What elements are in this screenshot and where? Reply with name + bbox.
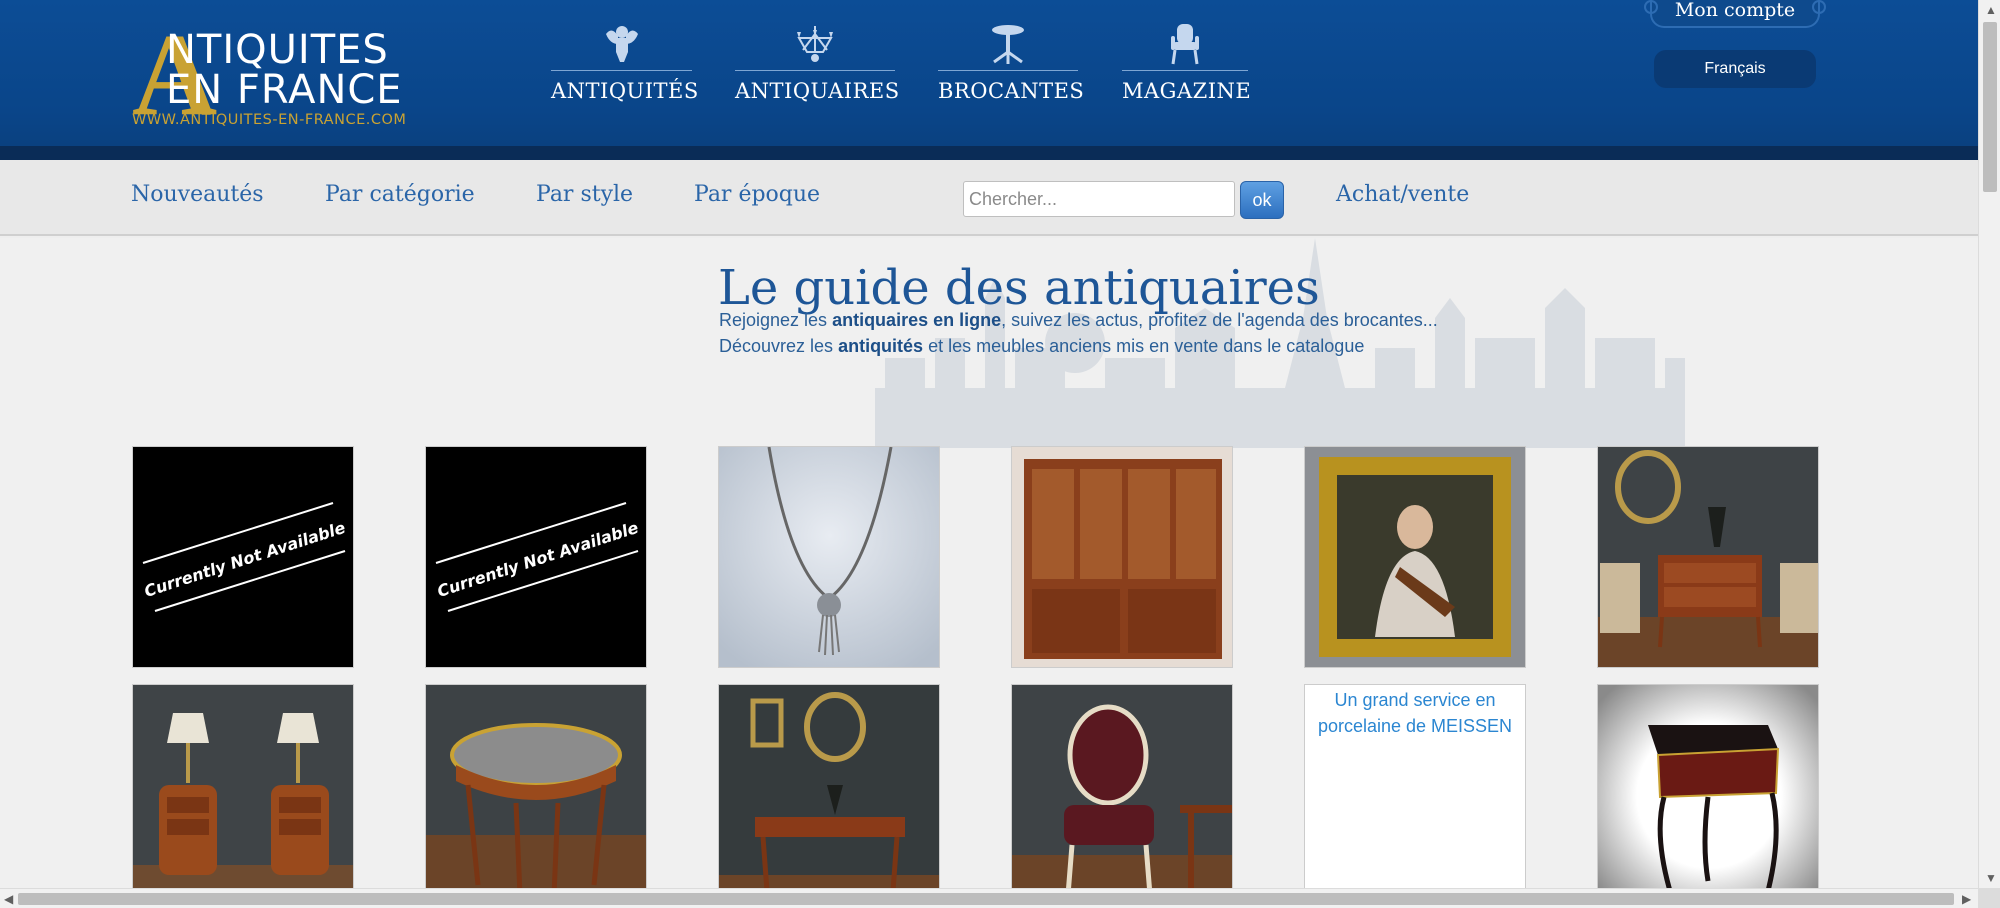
logo-url: WWW.ANTIQUITES-EN-FRANCE.COM bbox=[132, 112, 407, 128]
product-thumbnail-commode[interactable] bbox=[1597, 446, 1819, 668]
product-thumbnail-painting[interactable] bbox=[1304, 446, 1526, 668]
intro-text: Découvrez les bbox=[719, 336, 839, 356]
nav-par-style[interactable]: Par style bbox=[536, 182, 633, 207]
intro-link-antiquites[interactable]: antiquités bbox=[838, 336, 923, 356]
nav-magazine[interactable]: MAGAZINE bbox=[1122, 22, 1252, 112]
broken-image-alt[interactable]: Un grand service en porcelaine de MEISSE… bbox=[1305, 685, 1525, 741]
nav-par-categorie[interactable]: Par catégorie bbox=[325, 182, 475, 207]
nav-divider bbox=[735, 70, 895, 71]
product-thumbnail-unavailable[interactable]: Currently Not Available bbox=[425, 446, 647, 668]
nav-par-epoque[interactable]: Par époque bbox=[694, 182, 820, 207]
commode-image bbox=[1598, 447, 1818, 667]
site-header: A NTIQUITES EN FRANCE WWW.ANTIQUITES-EN-… bbox=[0, 0, 1978, 160]
nav-achat-vente[interactable]: Achat/vente bbox=[1336, 182, 1469, 207]
nav-divider bbox=[938, 70, 1078, 71]
horizontal-scrollbar[interactable]: ◀ ▶ bbox=[0, 888, 1978, 908]
nav-label: MAGAZINE bbox=[1122, 79, 1252, 103]
header-band bbox=[0, 146, 1978, 160]
secondary-navigation: Nouveautés Par catégorie Par style Par é… bbox=[0, 160, 1978, 236]
intro-text: et les meubles anciens mis en vente dans… bbox=[923, 336, 1365, 356]
logo-line-1: NTIQUITES bbox=[166, 27, 389, 73]
product-thumbnail-writing-desk[interactable] bbox=[718, 684, 940, 888]
nav-brocantes[interactable]: BROCANTES bbox=[938, 22, 1085, 112]
cherub-icon bbox=[605, 26, 638, 62]
nav-label: ANTIQUAIRES bbox=[735, 79, 900, 103]
product-thumbnail-bookcase[interactable] bbox=[1011, 446, 1233, 668]
logo-line-2: EN FRANCE bbox=[166, 67, 403, 113]
necklace-image bbox=[719, 447, 939, 667]
search-input[interactable] bbox=[963, 181, 1235, 217]
nav-antiquites[interactable]: ANTIQUITÉS bbox=[551, 22, 699, 112]
writing-desk-image bbox=[719, 685, 939, 888]
chandelier-icon bbox=[797, 26, 833, 62]
scrollbar-corner bbox=[1978, 888, 2000, 908]
horizontal-scroll-thumb[interactable] bbox=[18, 893, 1954, 905]
product-thumbnail-unavailable[interactable]: Currently Not Available bbox=[132, 446, 354, 668]
boulle-desk-image bbox=[1598, 685, 1818, 888]
product-thumbnail-necklace[interactable] bbox=[718, 446, 940, 668]
nightstands-image bbox=[133, 685, 353, 888]
language-selector[interactable]: Français bbox=[1654, 50, 1816, 88]
intro-text: , suivez les actus, profitez de l'agenda… bbox=[1001, 310, 1438, 330]
unavailable-placeholder: Currently Not Available bbox=[426, 447, 646, 667]
scroll-up-icon[interactable]: ▲ bbox=[1985, 4, 1997, 16]
intro-line-1: Rejoignez les antiquaires en ligne, suiv… bbox=[719, 310, 1438, 331]
product-thumbnail-armchair[interactable] bbox=[1011, 684, 1233, 888]
oval-table-image bbox=[426, 685, 646, 888]
account-button[interactable]: Mon compte bbox=[1644, 0, 1826, 28]
armchair-icon bbox=[1171, 24, 1199, 65]
site-logo[interactable]: A NTIQUITES EN FRANCE WWW.ANTIQUITES-EN-… bbox=[130, 16, 440, 134]
intro-text: Rejoignez les bbox=[719, 310, 833, 330]
intro-link-antiquaires[interactable]: antiquaires en ligne bbox=[832, 310, 1001, 330]
search-button[interactable]: ok bbox=[1240, 181, 1284, 219]
product-thumbnail-boulle-desk[interactable] bbox=[1597, 684, 1819, 888]
nav-antiquaires[interactable]: ANTIQUAIRES bbox=[735, 22, 900, 112]
armchair-image bbox=[1012, 685, 1232, 888]
intro-line-2: Découvrez les antiquités et les meubles … bbox=[719, 336, 1364, 357]
nav-nouveautes[interactable]: Nouveautés bbox=[131, 182, 264, 207]
vertical-scrollbar[interactable]: ▲ ▼ bbox=[1978, 0, 2000, 888]
product-thumbnail-broken-image[interactable]: Un grand service en porcelaine de MEISSE… bbox=[1304, 684, 1526, 888]
nav-label: ANTIQUITÉS bbox=[551, 79, 699, 103]
scroll-down-icon[interactable]: ▼ bbox=[1985, 872, 1997, 884]
scroll-right-icon[interactable]: ▶ bbox=[1962, 893, 1971, 905]
nav-divider bbox=[1122, 70, 1248, 71]
nav-divider bbox=[551, 70, 692, 71]
nav-label: BROCANTES bbox=[938, 79, 1085, 103]
main-content: Le guide des antiquaires Rejoignez les a… bbox=[0, 238, 1978, 888]
painting-image bbox=[1305, 447, 1525, 667]
product-thumbnail-nightstands[interactable] bbox=[132, 684, 354, 888]
side-table-icon bbox=[992, 25, 1024, 64]
vertical-scroll-thumb[interactable] bbox=[1983, 22, 1997, 192]
bookcase-image bbox=[1012, 447, 1232, 667]
product-thumbnail-oval-table[interactable] bbox=[425, 684, 647, 888]
page-title: Le guide des antiquaires bbox=[718, 260, 1320, 316]
unavailable-placeholder: Currently Not Available bbox=[133, 447, 353, 667]
scroll-left-icon[interactable]: ◀ bbox=[4, 893, 13, 905]
